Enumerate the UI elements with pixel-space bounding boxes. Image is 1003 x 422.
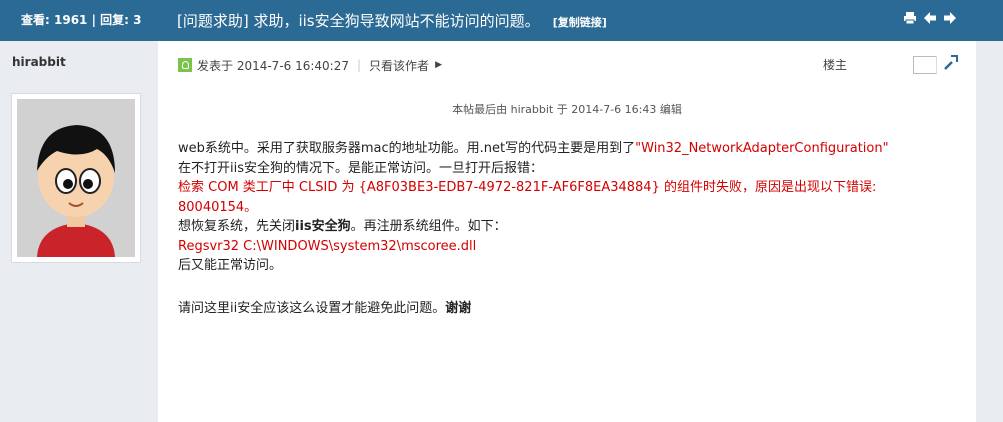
post-line: web系统中。采用了获取服务器mac的地址功能。用.net写的代码主要是用到了"… <box>178 139 968 159</box>
edit-note: 本帖最后由 hirabbit 于 2014-7-6 16:43 编辑 <box>452 103 682 116</box>
avatar[interactable] <box>11 93 141 263</box>
post-body: web系统中。采用了获取服务器mac的地址功能。用.net写的代码主要是用到了"… <box>178 139 968 318</box>
post-text: 想恢复系统，先关闭 <box>178 219 296 234</box>
post-error-code: 80040154。 <box>178 199 258 215</box>
post-line: 请问这里ii安全应该这么设置才能避免此问题。谢谢 <box>178 299 968 319</box>
caret-right-icon: ▶ <box>435 60 442 70</box>
post-error-text: 检索 COM 类工厂中 CLSID 为 {A8F03BE3-EDB7-4972-… <box>178 180 877 195</box>
thread-stats: 查看: 1961 | 回复: 3 <box>0 0 158 41</box>
meta-divider: | <box>357 58 362 72</box>
post-line: 在不打开iis安全狗的情况下。是能正常访问。一旦打开后报错： <box>178 159 968 179</box>
post-text: 。再注册系统组件。如下： <box>350 219 507 234</box>
post-command-line: Regsvr32 C:\WINDOWS\system32\mscoree.dll <box>178 237 968 257</box>
replies-label: 回复: <box>100 13 129 27</box>
stats-divider: | <box>91 13 101 27</box>
replies-count: 3 <box>133 13 142 27</box>
post-text: 后又能正常访问。 <box>178 258 283 273</box>
views-label: 查看: <box>21 13 50 27</box>
post-text-highlight: "Win32_NetworkAdapterConfiguration" <box>635 141 889 156</box>
thread-header: 查看: 1961 | 回复: 3 [问题求助] 求助，iis安全狗导致网站不能访… <box>0 0 1003 41</box>
jump-to-floor-icon[interactable] <box>942 53 960 71</box>
post-bold-text: 谢谢 <box>445 300 472 316</box>
prev-thread-icon[interactable] <box>923 11 937 25</box>
author-sidebar: hirabbit <box>0 41 158 422</box>
copy-link-button[interactable]: [复制链接] <box>553 16 607 29</box>
only-author-link[interactable]: 只看该作者 <box>369 57 429 74</box>
avatar-image <box>17 99 135 257</box>
views-count: 1961 <box>54 13 88 27</box>
post-meta: 发表于 2014-7-6 16:40:27 | 只看该作者 ▶ <box>178 55 442 75</box>
post-line: 想恢复系统，先关闭iis安全狗。再注册系统组件。如下： <box>178 217 968 237</box>
post-text: 在不打开iis安全狗的情况下。是能正常访问。一旦打开后报错： <box>178 160 543 176</box>
next-thread-icon[interactable] <box>943 11 957 25</box>
author-name[interactable]: hirabbit <box>12 55 66 69</box>
user-online-icon <box>178 58 192 72</box>
post-bold-text: iis安全狗 <box>295 219 351 234</box>
post-main: 发表于 2014-7-6 16:40:27 | 只看该作者 ▶ 楼主 本帖最后由… <box>158 41 976 422</box>
floor-jump-input[interactable] <box>913 56 937 74</box>
post-floor: 楼主 <box>823 58 848 72</box>
post-time: 发表于 2014-7-6 16:40:27 <box>197 58 349 73</box>
post-line: 后又能正常访问。 <box>178 256 968 276</box>
post-text: web系统中。采用了获取服务器mac的地址功能。用.net写的代码主要是用到了 <box>178 141 636 156</box>
post-command: Regsvr32 C:\WINDOWS\system32\mscoree.dll <box>178 238 477 254</box>
thread-title-wrap: [问题求助] 求助，iis安全狗导致网站不能访问的问题。 [复制链接] <box>177 0 607 41</box>
post-error-line: 检索 COM 类工厂中 CLSID 为 {A8F03BE3-EDB7-4972-… <box>178 178 968 198</box>
post-error-line: 80040154。 <box>178 198 968 218</box>
print-icon[interactable] <box>903 11 917 25</box>
right-gutter <box>976 41 1003 422</box>
thread-title: [问题求助] 求助，iis安全狗导致网站不能访问的问题。 <box>177 12 540 30</box>
post-text: 请问这里ii安全应该这么设置才能避免此问题。 <box>178 300 446 316</box>
header-actions <box>903 11 957 25</box>
